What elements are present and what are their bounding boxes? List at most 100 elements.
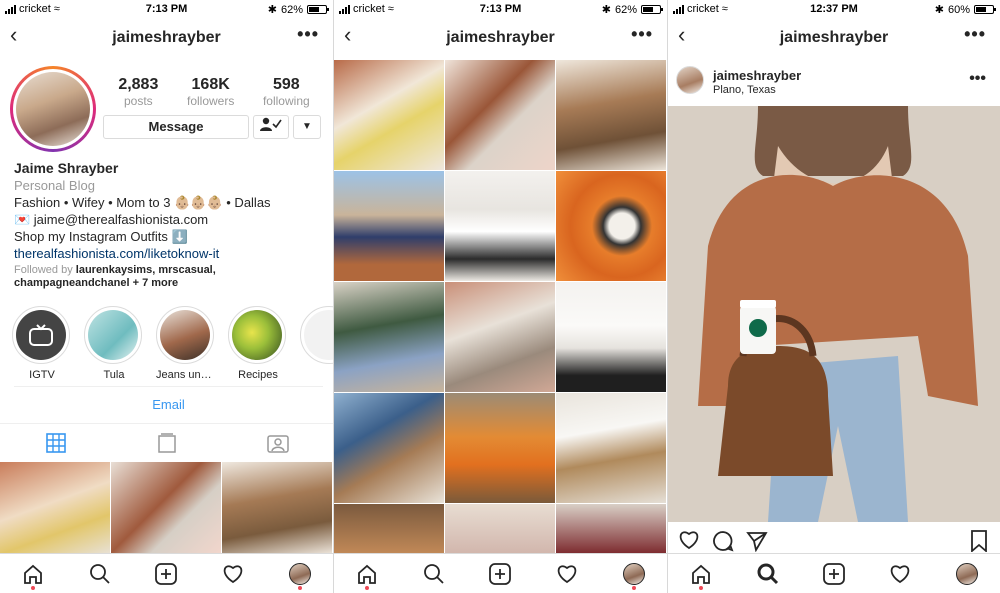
notification-dot: [631, 586, 636, 590]
post-thumbnail[interactable]: [445, 282, 555, 392]
profile-avatar-icon: [955, 562, 978, 585]
stat-following[interactable]: 598 following: [263, 76, 310, 108]
profile-avatar[interactable]: [10, 66, 96, 152]
post-author-avatar[interactable]: [676, 66, 704, 94]
share-icon[interactable]: [746, 530, 768, 552]
notification-dot: [365, 586, 370, 590]
more-options-icon[interactable]: •••: [631, 24, 653, 45]
highlight-cover: [88, 310, 138, 360]
post-thumbnail[interactable]: [556, 282, 666, 392]
post-thumbnail[interactable]: [334, 171, 444, 281]
post-thumbnail[interactable]: [556, 171, 666, 281]
bluetooth-icon: ✱: [267, 4, 277, 16]
battery-percent: 60%: [947, 3, 970, 16]
profile-website-link[interactable]: therealfashionista.com/liketoknow-it: [14, 245, 329, 262]
highlight-label: Jeans unde...: [156, 369, 216, 381]
post-actions: [678, 530, 768, 552]
email-button[interactable]: Email: [14, 386, 323, 422]
battery-icon: [641, 5, 663, 14]
bookmark-icon[interactable]: [970, 530, 988, 552]
profile-avatar-icon: [288, 562, 311, 585]
nav-profile[interactable]: [266, 554, 333, 593]
profile-category: Personal Blog: [14, 178, 95, 193]
home-icon: [358, 564, 377, 584]
stat-posts[interactable]: 2,883 posts: [118, 76, 158, 108]
profile-header: ‹ jaimeshrayber •••: [668, 20, 1000, 56]
highlight-jeans[interactable]: Jeans unde...: [156, 306, 216, 381]
post-thumbnail[interactable]: [445, 171, 555, 281]
post-author-username[interactable]: jaimeshrayber: [713, 68, 801, 83]
page-title: jaimeshrayber: [779, 29, 889, 46]
tv-outline-icon: [157, 432, 176, 453]
post-photo[interactable]: [668, 106, 1000, 522]
nav-search[interactable]: [734, 554, 800, 593]
post-thumbnail[interactable]: [334, 60, 444, 170]
profile-post-grid: [0, 462, 333, 554]
nav-home[interactable]: [668, 554, 734, 593]
more-options-icon[interactable]: •••: [297, 24, 319, 45]
nav-activity[interactable]: [534, 554, 601, 593]
status-bar: cricket ≈ 7:13 PM ✱ 62%: [334, 0, 667, 18]
heart-icon: [557, 564, 577, 583]
profile-header: ‹ jaimeshrayber •••: [0, 20, 333, 56]
followed-by-more: + 7 more: [132, 277, 179, 289]
comment-icon[interactable]: [712, 530, 734, 552]
grid-icon: [45, 432, 66, 453]
tab-tagged[interactable]: [222, 424, 333, 461]
post-thumbnail[interactable]: [0, 462, 110, 554]
post-location[interactable]: Plano, Texas: [713, 84, 776, 96]
nav-activity[interactable]: [867, 554, 933, 593]
nav-home[interactable]: [334, 554, 401, 593]
home-icon: [24, 564, 43, 584]
bio-email[interactable]: 💌 jaime@therealfashionista.com: [14, 211, 329, 228]
nav-profile[interactable]: [600, 554, 667, 593]
message-button[interactable]: Message: [103, 115, 249, 139]
search-icon: [89, 563, 110, 584]
nav-home[interactable]: [0, 554, 67, 593]
bottom-nav: [0, 553, 333, 593]
following-button[interactable]: [253, 115, 289, 139]
followed-by[interactable]: Followed by laurenkaysims, mrscasual, ch…: [14, 264, 329, 290]
status-bar: cricket ≈ 12:37 PM ✱ 60%: [668, 0, 1000, 18]
battery-icon: [307, 5, 329, 14]
more-options-icon[interactable]: •••: [964, 24, 986, 45]
nav-search[interactable]: [67, 554, 134, 593]
post-thumbnail[interactable]: [111, 462, 221, 554]
post-thumbnail[interactable]: [334, 393, 444, 503]
status-bar: cricket ≈ 7:13 PM ✱ 62%: [0, 0, 333, 18]
nav-activity[interactable]: [200, 554, 267, 593]
nav-new-post[interactable]: [133, 554, 200, 593]
nav-search[interactable]: [401, 554, 468, 593]
posts-grid-screen: cricket ≈ 7:13 PM ✱ 62% ‹ jaimeshrayber …: [334, 0, 667, 593]
nav-new-post[interactable]: [467, 554, 534, 593]
tab-grid[interactable]: [0, 424, 111, 461]
tab-igtv[interactable]: [111, 424, 222, 461]
post-options-icon[interactable]: •••: [969, 70, 986, 88]
add-post-icon: [489, 562, 512, 585]
nav-profile[interactable]: [934, 554, 1000, 593]
stat-followers[interactable]: 168K followers: [187, 76, 234, 108]
post-thumbnail[interactable]: [556, 60, 666, 170]
heart-icon[interactable]: [678, 530, 700, 550]
post-thumbnail[interactable]: [222, 462, 332, 554]
post-thumbnail[interactable]: [445, 393, 555, 503]
highlight-igtv[interactable]: IGTV: [12, 306, 72, 381]
story-highlights: IGTV Tula Jeans unde... Recipes: [12, 306, 333, 381]
stat-label: following: [262, 94, 310, 108]
highlight-partial[interactable]: [300, 306, 333, 381]
post-thumbnail[interactable]: [556, 393, 666, 503]
highlight-cover: [304, 310, 333, 360]
nav-new-post[interactable]: [801, 554, 867, 593]
profile-name: Jaime Shrayber: [14, 160, 119, 176]
suggested-dropdown-button[interactable]: ▼: [293, 115, 321, 139]
search-icon: [423, 563, 444, 584]
battery-percent: 62%: [614, 3, 637, 16]
caret-down-icon: ▼: [302, 121, 312, 132]
post-thumbnail[interactable]: [445, 60, 555, 170]
post-thumbnail[interactable]: [334, 282, 444, 392]
highlight-tula[interactable]: Tula: [84, 306, 144, 381]
heart-icon: [891, 564, 910, 583]
highlight-cover: [160, 310, 210, 360]
home-icon: [692, 564, 711, 584]
highlight-recipes[interactable]: Recipes: [228, 306, 288, 381]
